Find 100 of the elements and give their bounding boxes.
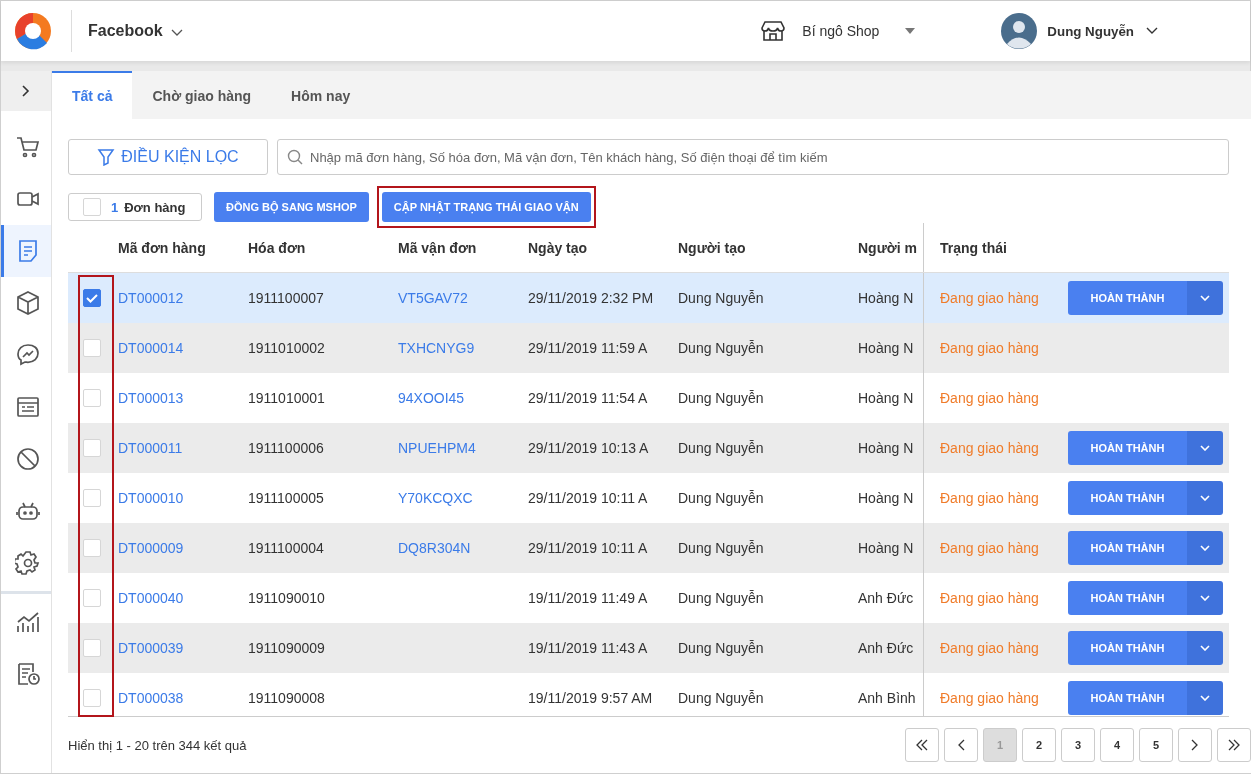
order-link[interactable]: DT000012 bbox=[118, 290, 184, 306]
dropdown-button[interactable] bbox=[1187, 681, 1223, 715]
tab[interactable]: Tất cả bbox=[52, 71, 133, 119]
waybill-link[interactable]: Y70KCQXC bbox=[398, 490, 473, 506]
logo-icon bbox=[13, 11, 53, 51]
table-cell: 1911100007 bbox=[248, 290, 324, 306]
table-cell: Hoàng N bbox=[858, 340, 914, 356]
user-menu[interactable]: Dung Nguyễn bbox=[1047, 23, 1158, 39]
complete-button[interactable]: HOÀN THÀNH bbox=[1068, 581, 1187, 615]
table-cell: Dung Nguyễn bbox=[678, 540, 764, 556]
table-row[interactable]: DT000011 1911100006 NPUEHPM4 29/11/2019 10:13 A Dung Nguyễn Hoàng N Đang giao hàng HOÀN THÀNH bbox=[68, 423, 1229, 473]
table-cell: Hoàng N bbox=[858, 290, 914, 306]
status-text: Đang giao hàng bbox=[940, 290, 1039, 306]
waybill-link[interactable]: DQ8R304N bbox=[398, 540, 471, 556]
tab[interactable]: Chờ giao hàng bbox=[132, 71, 272, 119]
dropdown-button[interactable] bbox=[1187, 531, 1223, 565]
table-cell: Hoàng N bbox=[858, 540, 914, 556]
complete-button[interactable]: HOÀN THÀNH bbox=[1068, 681, 1187, 715]
last-page-button[interactable] bbox=[1217, 728, 1251, 762]
table-cell: Hoàng N bbox=[858, 390, 914, 406]
next-page-button[interactable] bbox=[1178, 728, 1212, 762]
status-text: Đang giao hàng bbox=[940, 640, 1039, 656]
table-cell: 1911090008 bbox=[248, 690, 325, 706]
sidebar-item[interactable] bbox=[1, 225, 51, 277]
status-text: Đang giao hàng bbox=[940, 690, 1039, 706]
table-cell: Hoàng N bbox=[858, 440, 914, 456]
checkmark-icon bbox=[85, 291, 99, 305]
table-cell: 1911010002 bbox=[248, 340, 325, 356]
double-chevron-left-icon bbox=[916, 739, 928, 751]
table-cell: Dung Nguyễn bbox=[678, 440, 764, 456]
row-checkbox[interactable] bbox=[83, 289, 101, 307]
chevron-down-icon bbox=[1200, 695, 1210, 701]
page-button[interactable]: 3 bbox=[1061, 728, 1095, 762]
first-page-button[interactable] bbox=[905, 728, 939, 762]
previous-page-button[interactable] bbox=[944, 728, 978, 762]
dropdown-button[interactable] bbox=[1187, 281, 1223, 315]
messenger-icon bbox=[14, 342, 41, 368]
search-icon bbox=[287, 149, 303, 165]
table-cell: 1911100004 bbox=[248, 540, 324, 556]
column-header: Hóa đơn bbox=[248, 239, 306, 256]
table-cell: Dung Nguyễn bbox=[678, 290, 764, 306]
order-link[interactable]: DT000038 bbox=[118, 690, 184, 706]
box-icon bbox=[14, 290, 41, 316]
dropdown-button[interactable] bbox=[1187, 481, 1223, 515]
complete-button[interactable]: HOÀN THÀNH bbox=[1068, 281, 1187, 315]
table-cell: 19/11/2019 9:57 AM bbox=[528, 690, 653, 706]
page-button[interactable]: 5 bbox=[1139, 728, 1173, 762]
order-link[interactable]: DT000040 bbox=[118, 590, 184, 606]
complete-button[interactable]: HOÀN THÀNH bbox=[1068, 431, 1187, 465]
table-cell: Dung Nguyễn bbox=[678, 590, 764, 606]
order-link[interactable]: DT000039 bbox=[118, 640, 184, 656]
order-link[interactable]: DT000009 bbox=[118, 540, 184, 556]
table-cell: 1911090009 bbox=[248, 640, 325, 656]
table-row[interactable]: DT000014 1911010002 TXHCNYG9 29/11/2019 11:59 A Dung Nguyễn Hoàng N Đang giao hàng bbox=[68, 323, 1229, 373]
waybill-link[interactable]: 94XOOI45 bbox=[398, 390, 465, 406]
tab[interactable]: Hôm nay bbox=[271, 71, 371, 119]
order-link[interactable]: DT000014 bbox=[118, 340, 184, 356]
chevron-down-icon bbox=[1146, 27, 1158, 35]
waybill-link[interactable]: TXHCNYG9 bbox=[398, 340, 475, 356]
table-cell: Dung Nguyễn bbox=[678, 640, 764, 656]
table-cell: Dung Nguyễn bbox=[678, 490, 764, 506]
table-cell: Hoàng N bbox=[858, 490, 914, 506]
table-cell: 1911100006 bbox=[248, 440, 324, 456]
expand-button[interactable] bbox=[1, 71, 51, 111]
avatar bbox=[1001, 13, 1038, 49]
page-button[interactable]: 4 bbox=[1100, 728, 1134, 762]
status-text: Đang giao hàng bbox=[940, 390, 1039, 406]
action-button[interactable]: CẬP NHẬT TRẠNG THÁI GIAO VẬN bbox=[381, 192, 591, 222]
table-cell: Anh Bình bbox=[858, 690, 916, 706]
search-field[interactable]: Nhập mã đơn hàng, Số hóa đơn, Mã vận đơn, Tên khách hàng, Số điện thoại để tìm kiếm bbox=[277, 139, 1229, 175]
chevron-down-icon bbox=[1200, 495, 1210, 501]
dropdown-button[interactable] bbox=[1187, 581, 1223, 615]
table-cell: Anh Đức bbox=[858, 590, 914, 606]
filter-button[interactable]: ĐIỀU KIỆN LỌC bbox=[68, 139, 268, 175]
table-row[interactable]: DT000009 1911100004 DQ8R304N 29/11/2019 10:11 A Dung Nguyễn Hoàng N Đang giao hàng HOÀN THÀNH bbox=[68, 523, 1229, 573]
waybill-link[interactable]: VT5GAV72 bbox=[398, 290, 468, 306]
table-row[interactable]: DT000038 1911090008 19/11/2019 9:57 AM Dung Nguyễn Anh Bình Đang giao hàng HOÀN THÀNH bbox=[68, 673, 1229, 716]
shop-dropdown[interactable]: Bí ngô Shop bbox=[802, 23, 916, 39]
table-row[interactable]: DT000012 1911100007 VT5GAV72 29/11/2019 2:32 PM Dung Nguyễn Hoàng N Đang giao hàng HOÀN THÀNH bbox=[68, 273, 1229, 323]
complete-button[interactable]: HOÀN THÀNH bbox=[1068, 481, 1187, 515]
dropdown-button[interactable] bbox=[1187, 431, 1223, 465]
chevron-right-icon bbox=[1191, 739, 1199, 751]
action-button[interactable]: ĐỒNG BỘ SANG MSHOP bbox=[214, 192, 369, 222]
order-link[interactable]: DT000010 bbox=[118, 490, 184, 506]
complete-button[interactable]: HOÀN THÀNH bbox=[1068, 531, 1187, 565]
complete-button[interactable]: HOÀN THÀNH bbox=[1068, 631, 1187, 665]
order-link[interactable]: DT000013 bbox=[118, 390, 184, 406]
chart-icon bbox=[14, 609, 41, 635]
table-cell: 29/11/2019 10:11 A bbox=[528, 540, 648, 556]
page-button[interactable]: 2 bbox=[1022, 728, 1056, 762]
table-row[interactable]: DT000039 1911090009 19/11/2019 11:43 A Dung Nguyễn Anh Đức Đang giao hàng HOÀN THÀNH bbox=[68, 623, 1229, 673]
dropdown-button[interactable] bbox=[1187, 631, 1223, 665]
waybill-link[interactable]: NPUEHPM4 bbox=[398, 440, 476, 456]
order-link[interactable]: DT000011 bbox=[118, 440, 183, 456]
table-cell: 29/11/2019 11:59 A bbox=[528, 340, 648, 356]
channel-dropdown[interactable]: Facebook bbox=[88, 22, 183, 40]
status-text: Đang giao hàng bbox=[940, 340, 1039, 356]
status-text: Đang giao hàng bbox=[940, 540, 1039, 556]
status-text: Đang giao hàng bbox=[940, 590, 1039, 606]
select-all-checkbox[interactable] bbox=[83, 198, 101, 216]
